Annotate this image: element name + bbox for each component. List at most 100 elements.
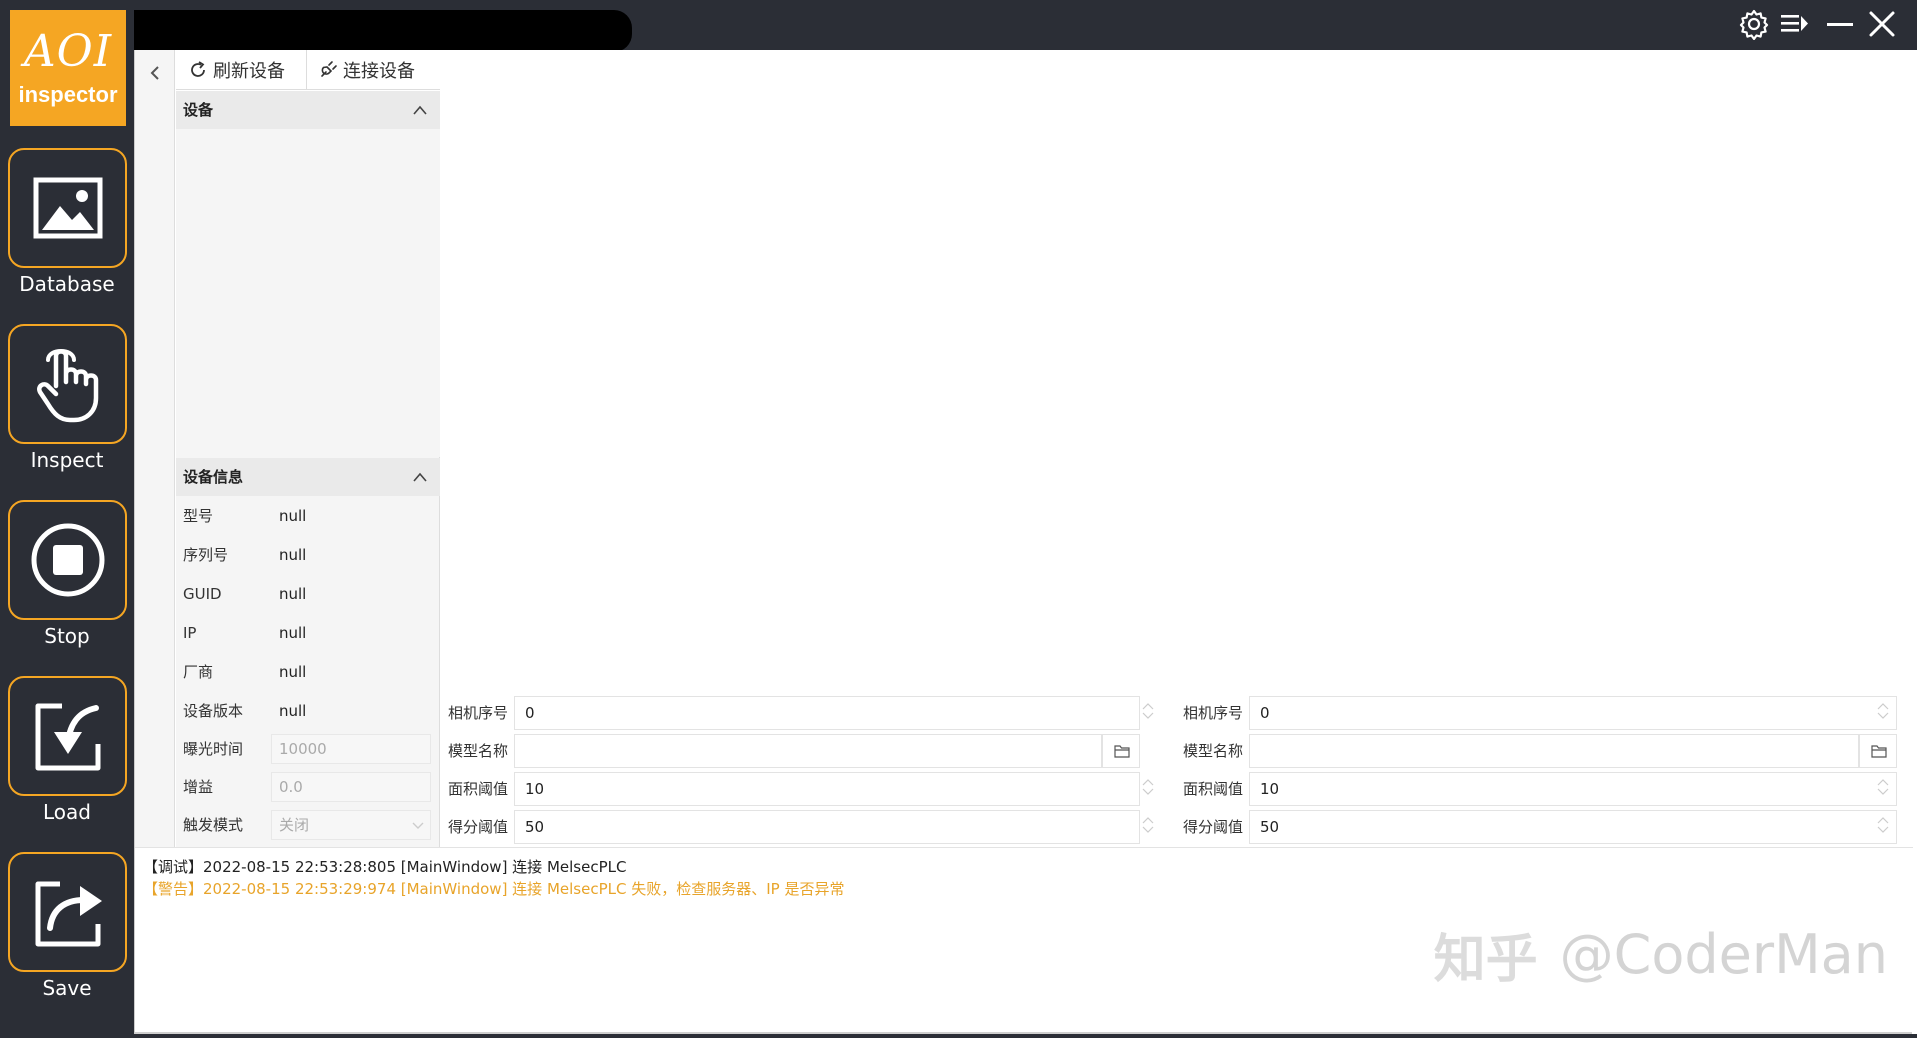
param-score-threshold-right: 得分阈值 50 [1177, 808, 1907, 846]
camera-index-input-right[interactable]: 0 [1249, 696, 1897, 730]
devices-section-title: 设备 [183, 101, 214, 119]
info-row-trigger-mode: 触发模式 关闭 [176, 806, 440, 844]
param-label: 模型名称 [448, 742, 509, 760]
param-model-name-left: 模型名称 [442, 732, 1302, 770]
param-camera-index-right: 相机序号 0 [1177, 694, 1907, 732]
toolbar-divider [306, 50, 307, 90]
info-row-version: 设备版本 null [176, 692, 440, 730]
device-toolbar: 刷新设备 连接设备 [176, 50, 440, 90]
connect-device-button[interactable]: 连接设备 [318, 52, 415, 88]
close-icon[interactable] [1866, 8, 1898, 40]
folder-icon [1871, 745, 1887, 758]
watermark-zhihu: 知乎 [1433, 929, 1538, 990]
log-line-debug: 【调试】2022-08-15 22:53:28:805 [MainWindow]… [143, 858, 627, 876]
load-icon [35, 703, 101, 771]
param-label: 模型名称 [1183, 742, 1244, 760]
plug-icon [321, 61, 337, 77]
spinner-icon[interactable] [1875, 702, 1891, 720]
param-label: 得分阈值 [448, 818, 509, 836]
chevron-left-icon[interactable] [143, 58, 167, 88]
queue-icon[interactable] [1778, 8, 1810, 40]
spinner-icon[interactable] [1875, 778, 1891, 796]
spinner-icon[interactable] [1140, 816, 1156, 834]
info-value: null [279, 585, 307, 603]
model-name-input-right[interactable] [1249, 734, 1859, 768]
param-area-threshold-left: 面积阈值 10 [442, 770, 1302, 808]
inspect-label: Inspect [30, 448, 104, 472]
param-score-threshold-left: 得分阈值 50 [442, 808, 1302, 846]
info-value: null [279, 702, 307, 720]
refresh-devices-label: 刷新设备 [213, 61, 285, 82]
info-value: 关闭 [279, 816, 310, 834]
share-icon [35, 881, 102, 947]
info-key: 增益 [183, 778, 214, 796]
app-logo: AOI inspector [10, 10, 126, 126]
info-value: 0.0 [279, 778, 303, 796]
device-info-section-header[interactable]: 设备信息 [176, 458, 440, 496]
info-key: 设备版本 [183, 702, 244, 720]
spinner-icon[interactable] [1875, 816, 1891, 834]
info-value: null [279, 507, 307, 525]
chevron-up-icon [413, 105, 427, 115]
info-row-serial: 序列号 null [176, 536, 440, 574]
hand-pointer-icon [37, 349, 99, 423]
param-area-threshold-right: 面积阈值 10 [1177, 770, 1907, 808]
bottom-border [134, 1034, 1917, 1038]
model-name-input-left[interactable] [514, 734, 1102, 768]
param-label: 面积阈值 [448, 780, 509, 798]
info-value: null [279, 663, 307, 681]
stop-label: Stop [44, 624, 90, 648]
minimize-icon[interactable] [1824, 8, 1856, 40]
info-key: GUID [183, 585, 222, 603]
devices-section-header[interactable]: 设备 [176, 91, 440, 129]
info-row-vendor: 厂商 null [176, 653, 440, 691]
gear-icon[interactable] [1738, 8, 1770, 40]
info-row-model: 型号 null [176, 497, 440, 535]
refresh-devices-button[interactable]: 刷新设备 [188, 52, 285, 88]
title-bar [134, 0, 1917, 52]
save-button[interactable] [8, 852, 127, 972]
load-label: Load [43, 800, 91, 824]
info-key: IP [183, 624, 197, 642]
inspect-button[interactable] [8, 324, 127, 444]
info-key: 序列号 [183, 546, 229, 564]
log-line-warning: 【警告】2022-08-15 22:53:29:974 [MainWindow]… [143, 880, 845, 898]
info-row-gain: 增益 0.0 [176, 768, 440, 806]
database-button[interactable] [8, 148, 127, 268]
window-title-redacted [134, 10, 632, 52]
info-key: 型号 [183, 507, 214, 525]
param-label: 得分阈值 [1183, 818, 1244, 836]
area-threshold-input-left[interactable]: 10 [514, 772, 1140, 806]
folder-icon [1114, 745, 1130, 758]
area-threshold-input-right[interactable]: 10 [1249, 772, 1897, 806]
info-key: 厂商 [183, 663, 214, 681]
browse-model-button-left[interactable] [1102, 734, 1140, 768]
connect-device-label: 连接设备 [343, 61, 415, 82]
browse-model-button-right[interactable] [1859, 734, 1897, 768]
refresh-icon [191, 61, 205, 77]
param-model-name-right: 模型名称 [1177, 732, 1907, 770]
chevron-up-icon [413, 472, 427, 482]
score-threshold-input-right[interactable]: 50 [1249, 810, 1897, 844]
log-panel: 【调试】2022-08-15 22:53:28:805 [MainWindow]… [143, 856, 1543, 900]
score-threshold-input-left[interactable]: 50 [514, 810, 1140, 844]
camera-index-input-left[interactable]: 0 [514, 696, 1140, 730]
stop-icon [31, 523, 105, 597]
spinner-icon[interactable] [1140, 702, 1156, 720]
info-key: 触发模式 [183, 816, 244, 834]
param-label: 面积阈值 [1183, 780, 1244, 798]
log-divider [135, 847, 1913, 848]
param-label: 相机序号 [448, 704, 509, 722]
load-button[interactable] [8, 676, 127, 796]
watermark-handle: @CoderMan [1559, 922, 1888, 986]
main-area: 刷新设备 连接设备 设备 设备信息 型号 null 序列号 null GUID … [134, 50, 1913, 1035]
sidebar: AOI inspector Database Inspect Stop Load… [0, 0, 134, 1038]
collapse-strip [135, 50, 175, 847]
device-list[interactable] [176, 129, 440, 457]
database-label: Database [19, 272, 115, 296]
stop-button[interactable] [8, 500, 127, 620]
info-value: 10000 [279, 740, 327, 758]
image-icon [33, 177, 103, 239]
info-row-guid: GUID null [176, 575, 440, 613]
spinner-icon[interactable] [1140, 778, 1156, 796]
